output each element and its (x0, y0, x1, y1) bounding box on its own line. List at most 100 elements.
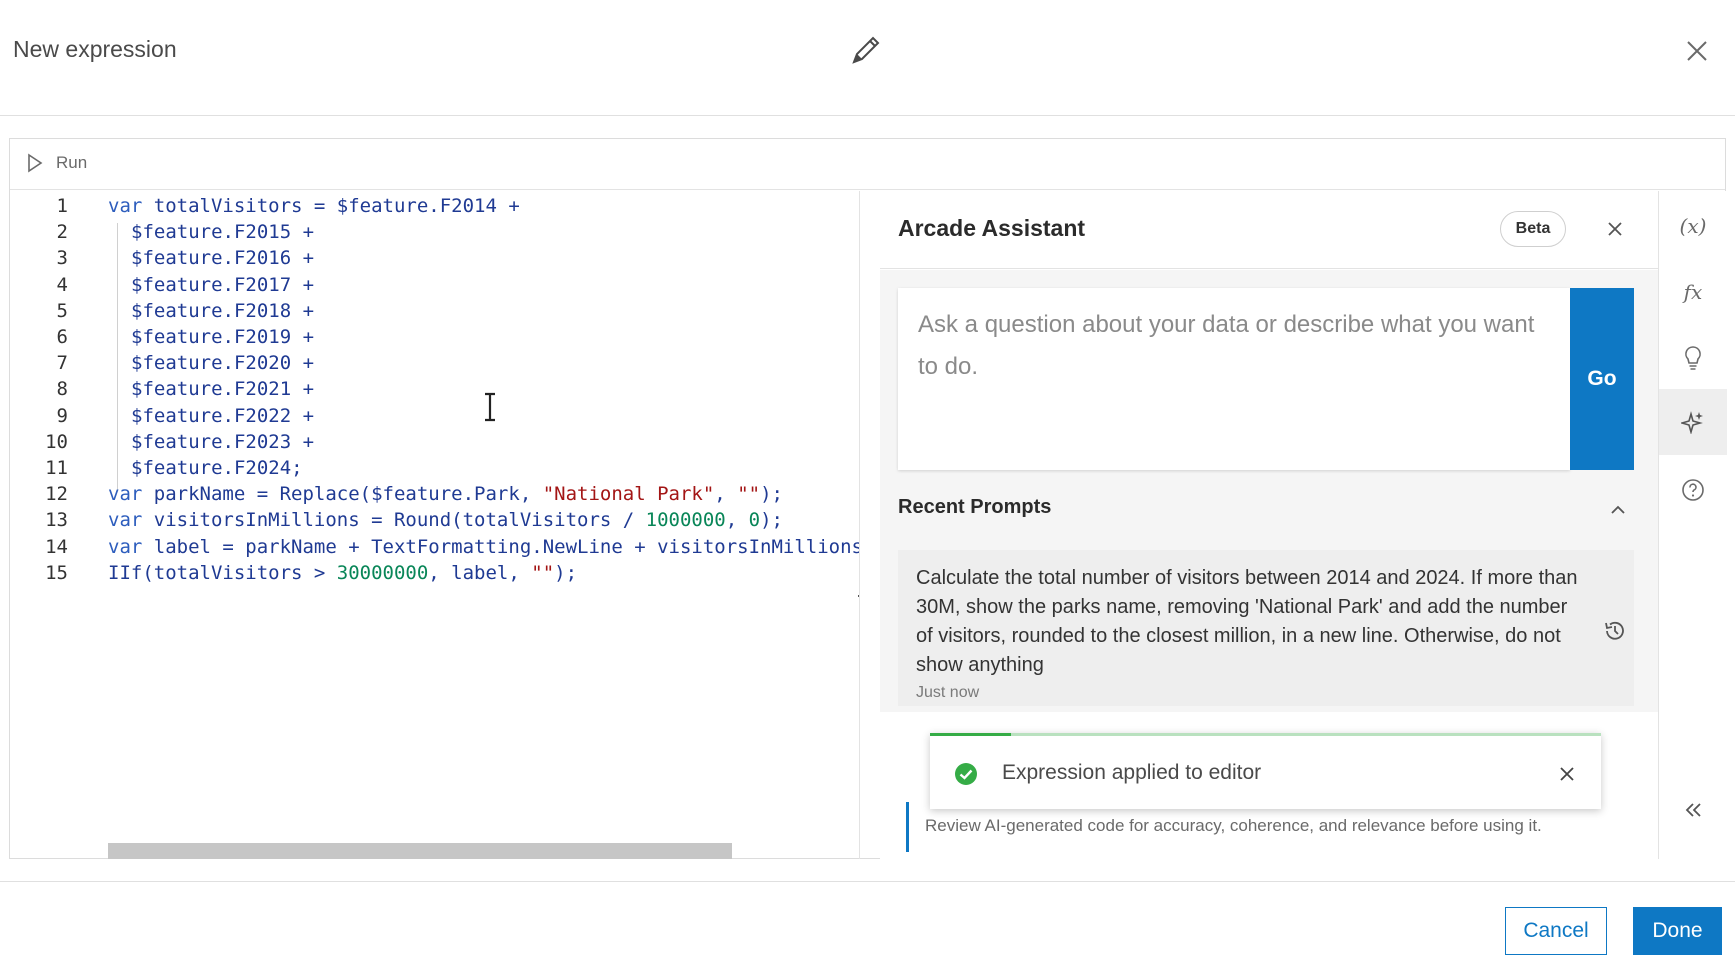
code-token: $feature.F2023 + (131, 430, 315, 453)
close-icon[interactable] (1682, 36, 1712, 66)
line-number: 6 (56, 326, 68, 348)
sparkle-icon (1681, 411, 1703, 434)
history-icon[interactable] (1602, 618, 1628, 644)
line-number: 3 (56, 247, 68, 270)
code-token: $feature.F2019 + (131, 326, 315, 348)
line-number: 9 (56, 404, 68, 427)
code-line[interactable]: IIf(totalVisitors > 30000000, label, "")… (108, 562, 577, 584)
editor-toolbar: Run (10, 139, 1725, 190)
code-editor[interactable]: 1 var totalVisitors = $feature.F2014 + 2 $f… (10, 191, 860, 859)
line-number: 4 (56, 273, 68, 296)
code-line[interactable]: $feature.F2018 + (131, 300, 314, 322)
code-line[interactable]: $feature.F2019 + (131, 326, 314, 348)
code-token: 1000000 (645, 509, 726, 532)
code-line[interactable]: $feature.F2021 + (131, 378, 314, 400)
line-number: 15 (45, 561, 68, 584)
code-token: $feature.F2016 + (131, 247, 315, 270)
code-token: IIf(totalVisitors > (108, 561, 337, 584)
code-token: $feature.F2022 + (131, 404, 315, 427)
assistant-title: Arcade Assistant (898, 215, 1086, 241)
code-token: , label, (428, 561, 532, 584)
go-button[interactable]: Go (1570, 288, 1634, 470)
code-line[interactable]: $feature.F2024; (131, 457, 303, 479)
dialog-header: New expression (0, 0, 1735, 116)
indent-guide (117, 223, 118, 491)
chevrons-left-icon (1685, 803, 1701, 817)
recent-prompts-title: Recent Prompts (898, 496, 1052, 518)
toast-progress-bar (930, 733, 1011, 736)
line-number: 1 (56, 195, 68, 217)
line-number: 5 (56, 299, 68, 322)
code-line[interactable]: $feature.F2022 + (131, 405, 314, 427)
code-token: totalVisitors = $feature.F2014 + (153, 195, 520, 217)
code-line[interactable]: var label = parkName + TextFormatting.Ne… (108, 535, 860, 558)
line-number: 11 (45, 457, 68, 479)
help-icon (1682, 479, 1704, 501)
recent-prompt-item[interactable]: Calculate the total number of visitors b… (898, 550, 1634, 706)
done-button[interactable]: Done (1633, 907, 1722, 955)
code-token: ); (554, 561, 578, 584)
code-token: var (108, 535, 154, 558)
code-line[interactable]: var visitorsInMillions = Round(totalVisi… (108, 509, 783, 531)
ask-input[interactable] (898, 288, 1570, 470)
line-number: 12 (45, 483, 68, 506)
ask-area: Go (880, 270, 1658, 476)
chevron-up-icon[interactable] (1608, 500, 1628, 520)
cancel-button[interactable]: Cancel (1505, 907, 1607, 955)
code-line[interactable]: var parkName = Replace($feature.Park, "N… (108, 483, 783, 505)
code-token: 0 (748, 509, 761, 532)
run-button[interactable]: Run (26, 153, 87, 173)
line-number: 14 (45, 535, 68, 558)
code-token: label = parkName + TextFormatting.NewLin… (153, 535, 860, 558)
toast-notification: Expression applied to editor (930, 733, 1601, 809)
code-token: visitorsInMillions = Round(totalVisitors… (153, 509, 646, 532)
code-token: "" (531, 561, 555, 584)
code-token: , (725, 509, 749, 532)
variables-icon: (x) (1679, 214, 1707, 238)
line-number: 2 (56, 221, 68, 244)
lightbulb-icon (1685, 346, 1701, 370)
dialog-title: New expression (13, 36, 177, 62)
code-line[interactable]: $feature.F2020 + (131, 352, 314, 374)
line-number: 13 (45, 509, 68, 532)
code-token: ); (760, 509, 783, 532)
code-token: $feature.F2021 + (131, 378, 315, 401)
code-token: var (108, 509, 154, 532)
beta-badge: Beta (1500, 211, 1566, 247)
rail-suggestions[interactable] (1659, 323, 1727, 393)
rail-functions[interactable]: fx (1659, 257, 1727, 327)
overflow-mark (858, 595, 859, 597)
text-cursor-icon (485, 392, 495, 422)
recent-prompts-list: Calculate the total number of visitors b… (880, 542, 1658, 712)
side-rail: (x) fx (1658, 191, 1727, 859)
horizontal-scrollbar[interactable] (108, 843, 732, 859)
code-line[interactable]: var totalVisitors = $feature.F2014 + (108, 195, 520, 217)
line-number: 10 (45, 430, 68, 453)
code-line[interactable]: $feature.F2023 + (131, 431, 314, 453)
line-number: 7 (56, 352, 68, 375)
rail-help[interactable] (1659, 455, 1727, 525)
rail-variables[interactable]: (x) (1659, 191, 1727, 261)
code-token: parkName = Replace($feature.Park, (153, 483, 543, 506)
code-token: var (108, 195, 154, 217)
prompt-text: Calculate the total number of visitors b… (916, 567, 1578, 676)
code-token: 30000000 (336, 561, 429, 584)
code-line[interactable]: $feature.F2015 + (131, 221, 314, 243)
footer-divider (0, 881, 1735, 882)
rail-assistant[interactable] (1659, 389, 1727, 455)
code-token: var (108, 483, 154, 506)
collapse-panel-button[interactable] (1659, 785, 1727, 835)
recent-prompts-header[interactable]: Recent Prompts (880, 476, 1658, 542)
code-line[interactable]: $feature.F2016 + (131, 247, 314, 269)
close-icon[interactable] (1558, 765, 1576, 783)
code-token: $feature.F2020 + (131, 352, 315, 375)
assistant-header: Arcade Assistant Beta (880, 191, 1658, 269)
code-token: $feature.F2018 + (131, 299, 315, 322)
close-icon[interactable] (1605, 219, 1625, 239)
code-line[interactable]: $feature.F2017 + (131, 274, 314, 296)
play-icon (28, 153, 43, 173)
pencil-icon[interactable] (846, 30, 886, 70)
code-token: , (714, 483, 738, 506)
toast-progress-track (1011, 733, 1601, 736)
prompt-timestamp: Just now (916, 684, 980, 701)
